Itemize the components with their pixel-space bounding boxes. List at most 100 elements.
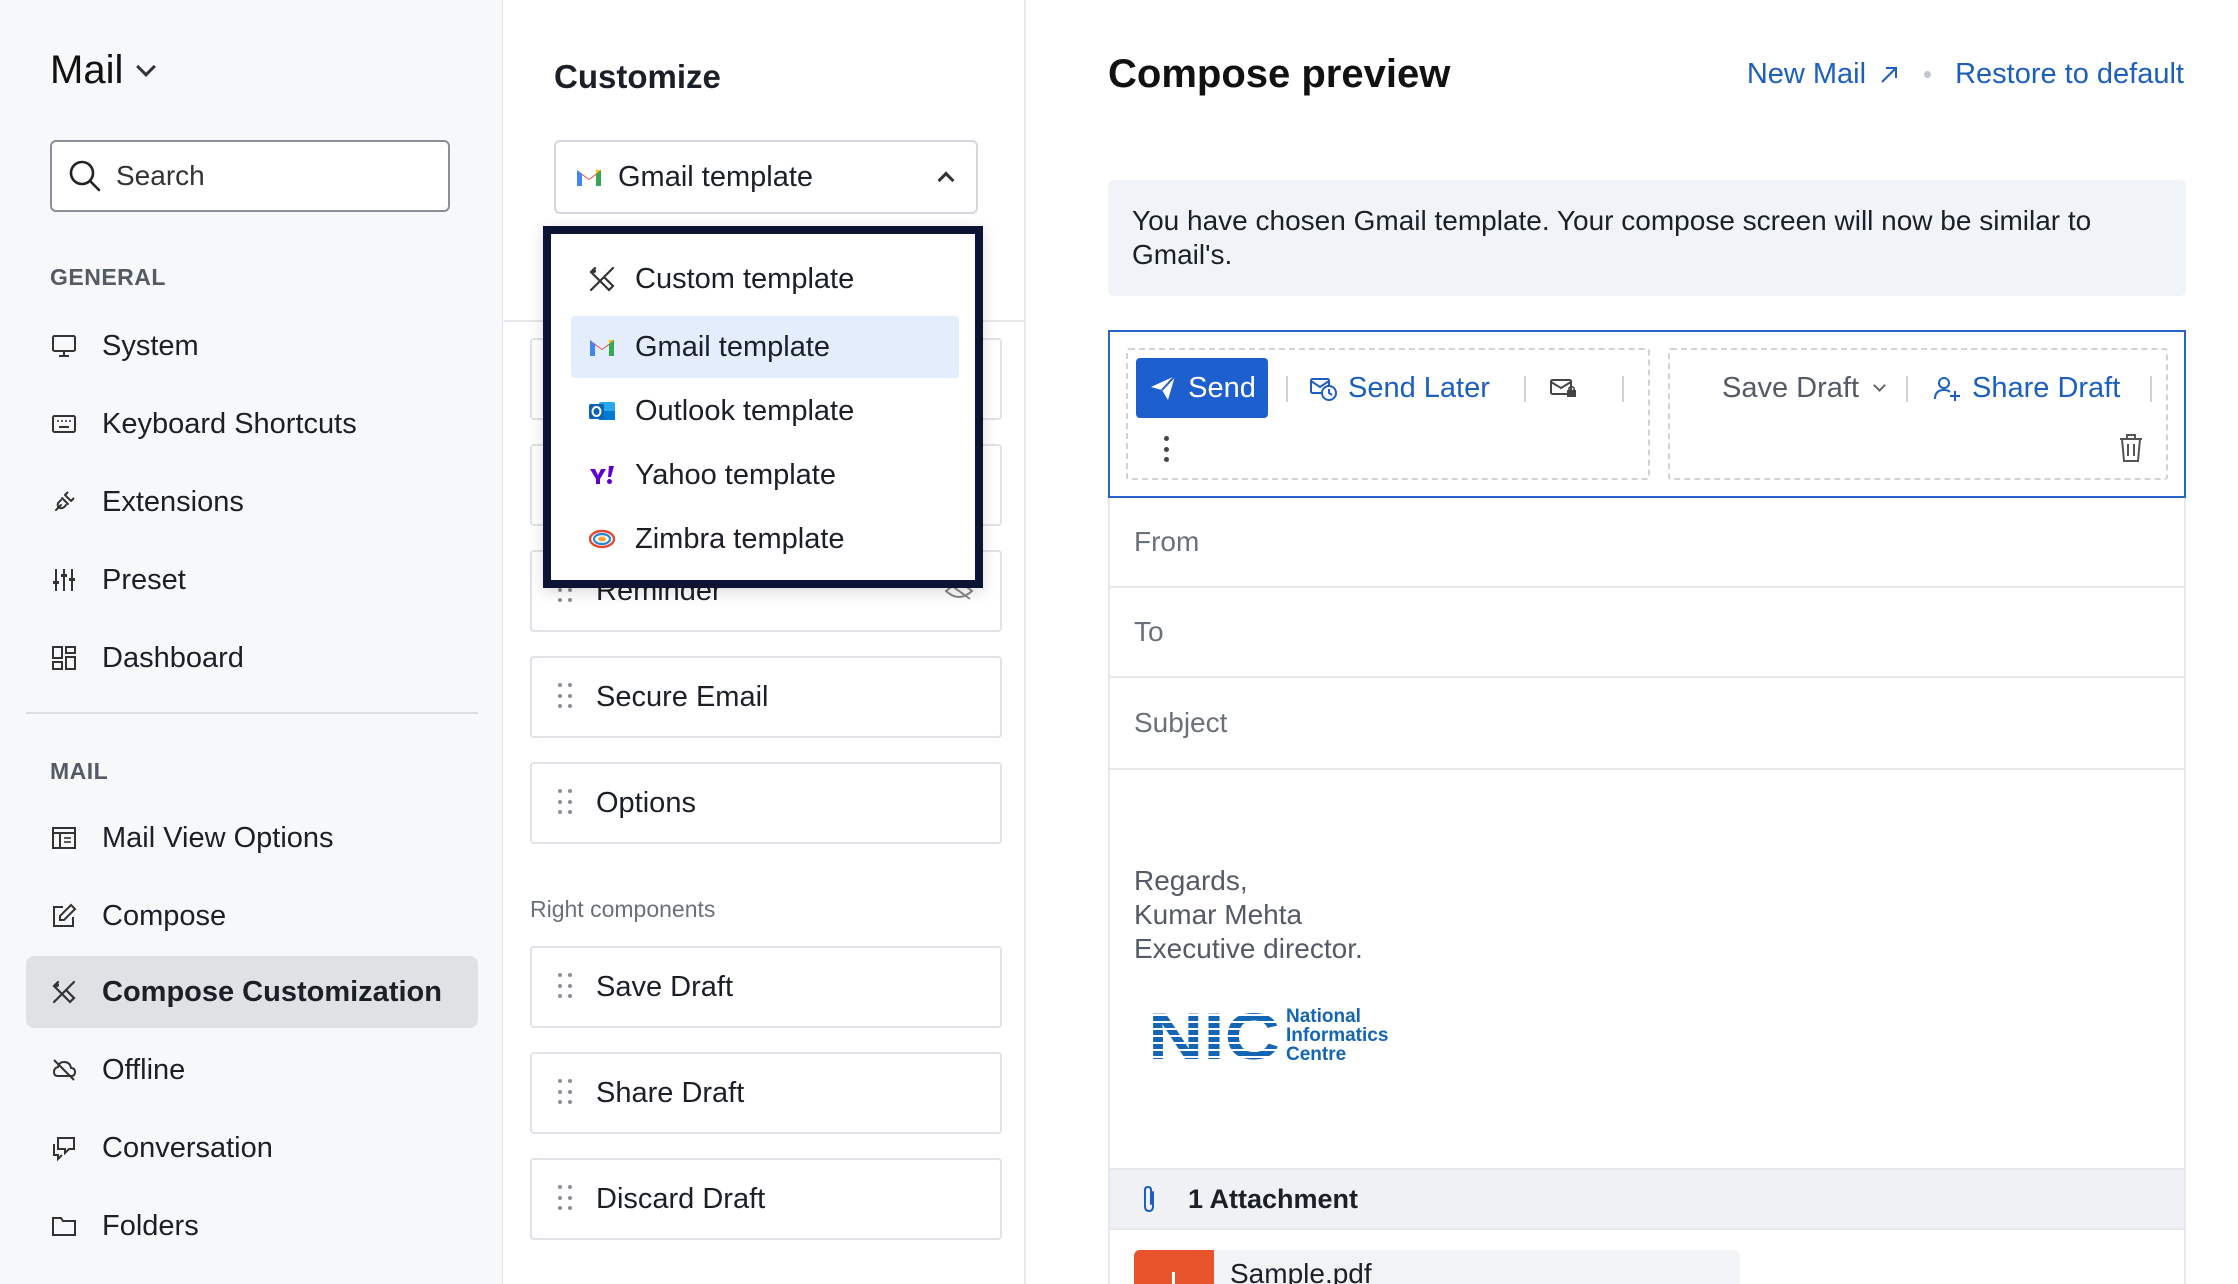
compose-preview-panel: Compose preview New Mail Restore to defa… bbox=[1028, 0, 2238, 1284]
component-row-save-draft[interactable]: Save Draft bbox=[530, 946, 1002, 1028]
template-option-outlook[interactable]: Outlook template bbox=[571, 380, 959, 442]
component-row-options[interactable]: Options bbox=[530, 762, 1002, 844]
sidebar-item-keyboard-shortcuts[interactable]: Keyboard Shortcuts bbox=[26, 388, 478, 460]
sidebar-item-label: Compose Customization bbox=[102, 975, 442, 1008]
secure-mail-button[interactable] bbox=[1548, 366, 1578, 410]
from-field[interactable]: From bbox=[1108, 498, 2186, 588]
separator-dot bbox=[1924, 71, 1932, 78]
component-label: Discard Draft bbox=[596, 1182, 766, 1215]
template-option-gmail[interactable]: Gmail template bbox=[571, 316, 959, 378]
drag-handle-icon[interactable] bbox=[558, 683, 572, 711]
signature: Regards, Kumar Mehta Executive director. bbox=[1134, 864, 1363, 966]
drag-handle-icon[interactable] bbox=[558, 789, 572, 817]
edit-icon bbox=[53, 903, 77, 927]
left-toolbar-zone: Send Send Later bbox=[1126, 348, 1650, 480]
attachment-list: Sample.pdf bbox=[1108, 1230, 2186, 1284]
sidebar-item-compose[interactable]: Compose bbox=[26, 880, 478, 952]
layout-icon bbox=[52, 827, 76, 849]
sidebar-item-extensions[interactable]: Extensions bbox=[26, 466, 478, 538]
right-components-label: Right components bbox=[530, 896, 716, 922]
option-label: Outlook template bbox=[635, 394, 855, 427]
save-draft-button[interactable]: Save Draft bbox=[1722, 366, 1886, 410]
toolbar-separator bbox=[1906, 376, 1908, 402]
attachments-bar[interactable]: 1 Attachment bbox=[1108, 1168, 2186, 1230]
toolbar-separator bbox=[1286, 376, 1288, 402]
drag-handle-icon[interactable] bbox=[558, 1185, 572, 1213]
drag-handle-icon[interactable] bbox=[558, 1079, 572, 1107]
new-mail-link[interactable]: New Mail bbox=[1747, 58, 1900, 91]
sidebar-item-label: System bbox=[102, 329, 199, 362]
share-draft-button[interactable]: Share Draft bbox=[1932, 366, 2120, 410]
chevron-up-icon bbox=[937, 171, 955, 189]
restore-default-link[interactable]: Restore to default bbox=[1955, 58, 2184, 91]
sidebar-item-conversation[interactable]: Conversation bbox=[26, 1112, 478, 1184]
to-field[interactable]: To bbox=[1108, 588, 2186, 678]
component-row-share-draft[interactable]: Share Draft bbox=[530, 1052, 1002, 1134]
settings-sidebar: Mail Search GENERAL System Keyboard Shor… bbox=[0, 0, 503, 1284]
customize-panel: Customize Gmail template Reminder Secure… bbox=[504, 0, 1026, 1284]
send-button[interactable]: Send bbox=[1136, 358, 1268, 418]
sidebar-item-label: Keyboard Shortcuts bbox=[102, 407, 357, 440]
external-link-icon bbox=[1881, 66, 1898, 83]
toolbar-separator bbox=[1524, 376, 1526, 402]
right-toolbar-zone: Save Draft Share Draft bbox=[1668, 348, 2168, 480]
subject-field[interactable]: Subject bbox=[1108, 678, 2186, 770]
template-option-zimbra[interactable]: Zimbra template bbox=[571, 508, 959, 570]
sidebar-item-label: Compose bbox=[102, 899, 227, 932]
chat-icon bbox=[53, 1137, 75, 1162]
signature-line: Regards, bbox=[1134, 865, 1248, 896]
app-switcher[interactable]: Mail bbox=[50, 48, 157, 93]
tools-icon bbox=[589, 266, 615, 292]
preview-title: Compose preview bbox=[1108, 52, 1451, 96]
keyboard-icon bbox=[52, 415, 76, 433]
sidebar-item-preset[interactable]: Preset bbox=[26, 544, 478, 616]
more-options-icon[interactable] bbox=[1164, 436, 1170, 462]
send-later-label: Send Later bbox=[1348, 371, 1490, 404]
lock-mail-icon bbox=[1550, 379, 1576, 397]
template-option-custom[interactable]: Custom template bbox=[571, 248, 959, 310]
signature-line: Kumar Mehta bbox=[1134, 899, 1303, 930]
save-draft-label: Save Draft bbox=[1722, 371, 1859, 404]
attachment-file-name: Sample.pdf bbox=[1230, 1258, 1372, 1284]
component-label: Options bbox=[596, 786, 696, 819]
attachment-chip[interactable]: Sample.pdf bbox=[1134, 1250, 1740, 1284]
pdf-file-icon bbox=[1134, 1250, 1214, 1284]
component-row-discard-draft[interactable]: Discard Draft bbox=[530, 1158, 1002, 1240]
option-label: Custom template bbox=[635, 262, 855, 295]
logo-mark: NIC bbox=[1148, 1002, 1280, 1066]
app-title: Mail bbox=[50, 48, 124, 92]
drag-handle-icon[interactable] bbox=[558, 973, 572, 1001]
tools-icon bbox=[52, 980, 76, 1004]
group-label-mail: MAIL bbox=[50, 758, 109, 784]
search-placeholder: Search bbox=[116, 160, 205, 191]
plug-icon bbox=[55, 491, 75, 511]
sidebar-item-dashboard[interactable]: Dashboard bbox=[26, 622, 478, 694]
gmail-icon bbox=[590, 340, 614, 356]
schedule-send-icon bbox=[1310, 378, 1337, 401]
send-label: Send bbox=[1188, 371, 1256, 404]
compose-body[interactable]: Regards, Kumar Mehta Executive director.… bbox=[1108, 770, 2186, 1170]
logo-text-line: National bbox=[1286, 1006, 1361, 1027]
monitor-icon bbox=[52, 335, 76, 357]
template-select-value: Gmail template bbox=[618, 160, 814, 193]
sidebar-item-compose-customization[interactable]: Compose Customization bbox=[26, 956, 478, 1028]
send-later-button[interactable]: Send Later bbox=[1308, 366, 1490, 410]
sliders-icon bbox=[53, 569, 75, 591]
chevron-down-icon bbox=[136, 56, 157, 77]
customize-title: Customize bbox=[554, 58, 721, 95]
preview-header-links: New Mail Restore to default bbox=[1747, 58, 2184, 91]
template-select[interactable]: Gmail template bbox=[554, 140, 978, 214]
sidebar-item-folders[interactable]: Folders bbox=[26, 1190, 478, 1262]
template-option-yahoo[interactable]: Yahoo template bbox=[571, 444, 959, 506]
component-row-secure-email[interactable]: Secure Email bbox=[530, 656, 1002, 738]
template-dropdown-menu: Custom template Gmail template Outlook t… bbox=[543, 226, 983, 588]
search-input[interactable]: Search bbox=[50, 140, 450, 212]
sidebar-item-offline[interactable]: Offline bbox=[26, 1034, 478, 1106]
nic-logo: NIC National Informatics Centre bbox=[1148, 1002, 1388, 1066]
component-label: Share Draft bbox=[596, 1076, 745, 1109]
trash-icon[interactable] bbox=[2116, 432, 2146, 464]
sidebar-item-mail-view-options[interactable]: Mail View Options bbox=[26, 802, 478, 874]
sidebar-item-label: Preset bbox=[102, 563, 186, 596]
sidebar-item-system[interactable]: System bbox=[26, 310, 478, 382]
paperclip-icon bbox=[1144, 1185, 1154, 1213]
